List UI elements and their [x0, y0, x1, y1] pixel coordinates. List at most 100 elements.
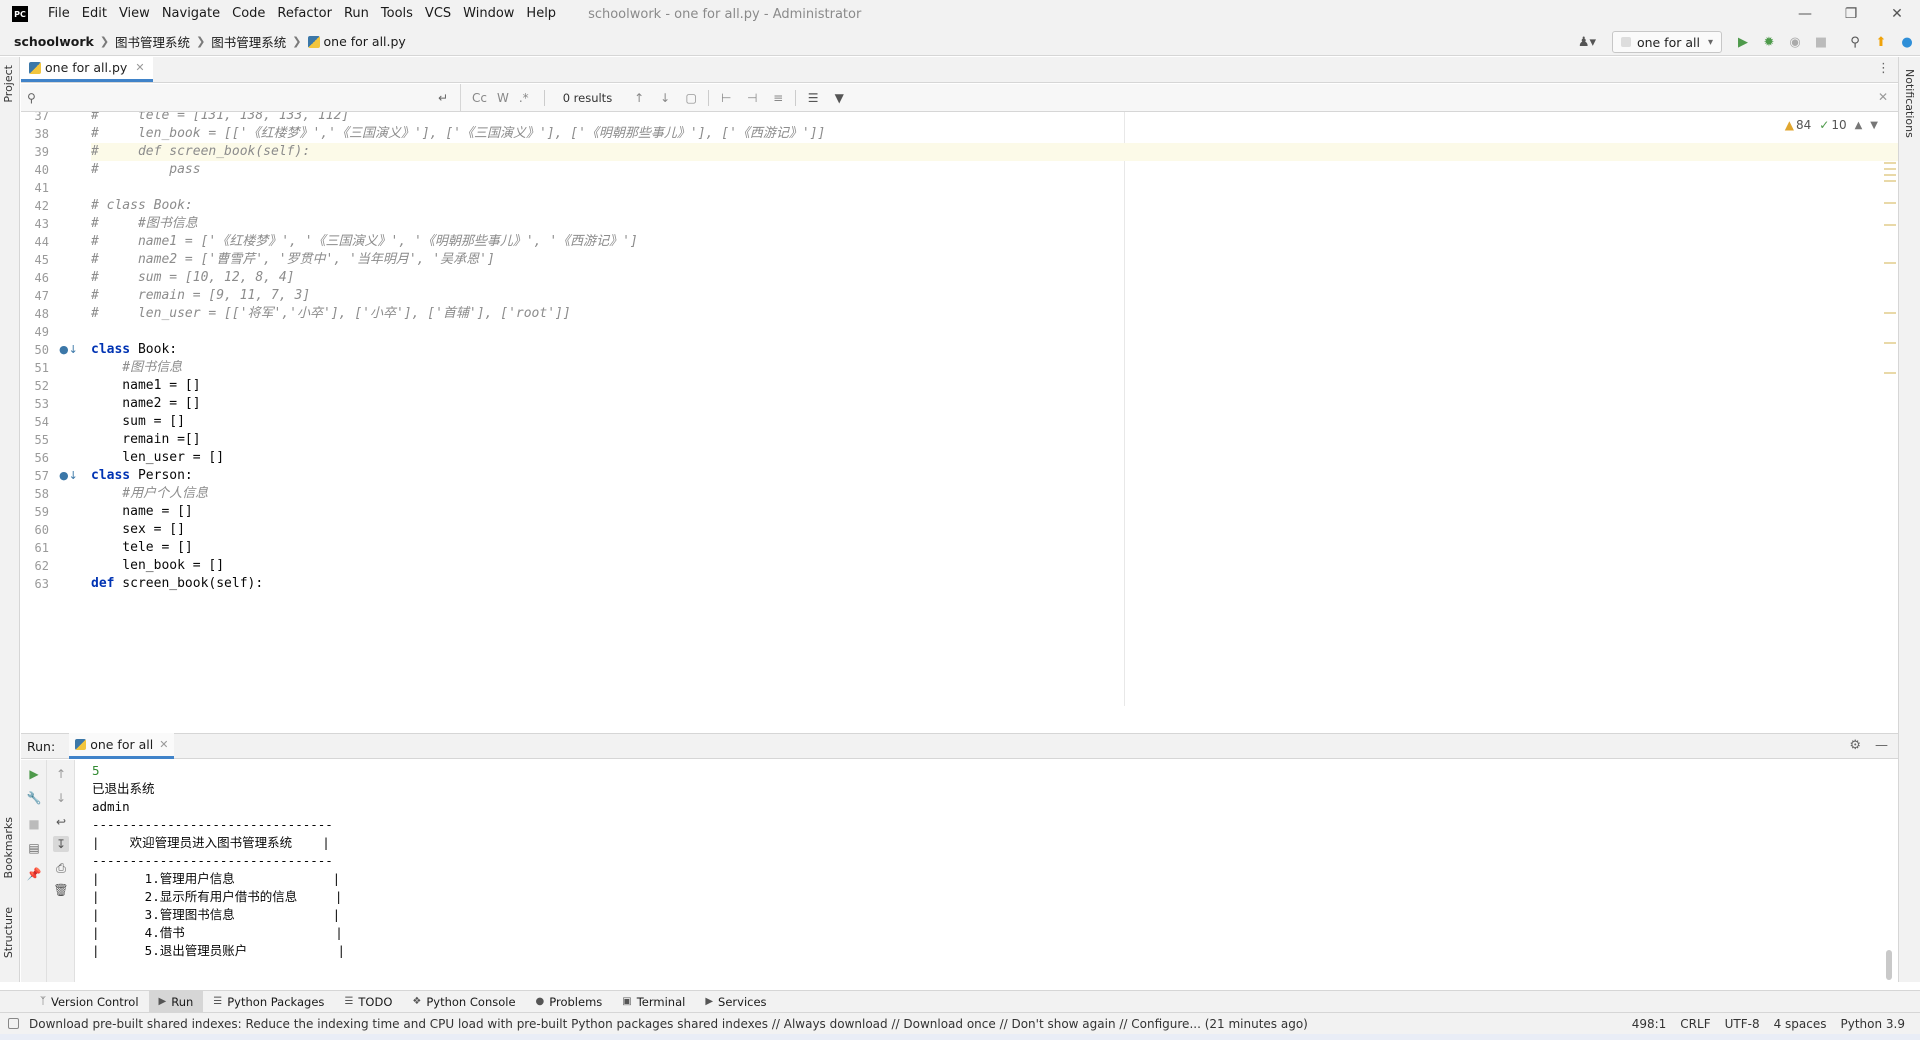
run-console[interactable]: 5 已退出系统 admin -----------------------------… — [76, 760, 1898, 982]
menu-window[interactable]: Window — [457, 0, 520, 28]
layout-icon[interactable]: ▤ — [26, 840, 42, 856]
search-in-selection-icon[interactable]: ☰ — [800, 85, 826, 111]
debug-icon[interactable]: ✹ — [1756, 28, 1782, 56]
next-occurrence-icon[interactable]: ↓ — [652, 85, 678, 111]
menu-vcs[interactable]: VCS — [419, 0, 457, 28]
menu-help[interactable]: Help — [520, 0, 562, 28]
line-number[interactable]: 61 — [21, 539, 49, 557]
indent-setting[interactable]: 4 spaces — [1767, 1017, 1834, 1031]
tool-run[interactable]: ▶ Run — [148, 990, 204, 1013]
code-line[interactable]: sex = [] — [91, 521, 1898, 539]
menu-run[interactable]: Run — [338, 0, 375, 28]
edit-config-icon[interactable]: 🔧 — [26, 790, 42, 806]
line-number[interactable]: 50 — [21, 341, 49, 359]
code-line[interactable]: class Book: — [91, 341, 1898, 359]
stop-icon[interactable]: ■ — [26, 816, 42, 832]
chevron-down-icon[interactable]: ▼ — [1870, 120, 1878, 131]
find-input[interactable] — [41, 90, 422, 105]
add-occurrence-icon[interactable]: ⊢ — [713, 85, 739, 111]
arrow-down-icon[interactable]: ↓ — [53, 790, 69, 806]
line-number[interactable]: 53 — [21, 395, 49, 413]
code-line[interactable]: name = [] — [91, 503, 1898, 521]
scroll-to-end-icon[interactable]: ↧ — [53, 836, 69, 852]
close-tab-icon[interactable]: ✕ — [135, 61, 144, 74]
code-with-me-icon[interactable]: ● — [1894, 28, 1920, 56]
code-line[interactable]: # name2 = ['曹雪芹', '罗贯中', '当年明月', '吴承恩'] — [91, 251, 1898, 269]
whole-words-toggle[interactable]: W — [492, 91, 514, 105]
menu-view[interactable]: View — [113, 0, 156, 28]
menu-code[interactable]: Code — [226, 0, 271, 28]
tool-terminal[interactable]: ▣ Terminal — [612, 991, 695, 1013]
select-all-icon[interactable]: ≡ — [765, 85, 791, 111]
tool-python-packages[interactable]: ☰ Python Packages — [203, 991, 334, 1013]
breadcrumb-folder[interactable]: 图书管理系统 — [113, 32, 192, 51]
line-number[interactable]: 42 — [21, 197, 49, 215]
project-tool-tab[interactable]: Project — [2, 65, 15, 103]
search-icon[interactable]: ⚲ — [27, 91, 36, 105]
line-number[interactable]: 48 — [21, 305, 49, 323]
line-number[interactable]: 47 — [21, 287, 49, 305]
filter-icon[interactable]: ▼ — [826, 85, 852, 111]
code-line[interactable]: name1 = [] — [91, 377, 1898, 395]
gear-icon[interactable]: ⚙ — [1849, 738, 1861, 753]
bookmarks-tool-tab[interactable]: Bookmarks — [2, 817, 15, 878]
line-number[interactable]: 40 — [21, 161, 49, 179]
tool-todo[interactable]: ☰ TODO — [334, 991, 402, 1013]
code-line[interactable]: len_book = [] — [91, 557, 1898, 575]
tool-services[interactable]: ▶ Services — [695, 991, 776, 1013]
menu-edit[interactable]: Edit — [76, 0, 113, 28]
code-line[interactable]: # len_user = [['将军','小卒'], ['小卒'], ['首辅'… — [91, 305, 1898, 323]
more-vertical-icon[interactable]: ⋮ — [1877, 61, 1890, 76]
breadcrumb-project[interactable]: schoolwork — [12, 34, 96, 49]
run-icon[interactable]: ▶ — [1730, 28, 1756, 56]
update-icon[interactable]: ⬆ — [1868, 28, 1894, 56]
run-tab-one-for-all[interactable]: one for all ✕ — [69, 733, 175, 759]
search-everywhere-icon[interactable]: ⚲ — [1842, 28, 1868, 56]
status-toggle-icon[interactable] — [8, 1018, 19, 1029]
code-line[interactable]: #用户个人信息 — [91, 485, 1898, 503]
close-run-tab-icon[interactable]: ✕ — [159, 738, 168, 751]
code-line[interactable]: # tele = [131, 138, 133, 112] — [91, 112, 1898, 125]
code-line[interactable]: def screen_book(self): — [91, 575, 1898, 593]
code-line[interactable]: # remain = [9, 11, 7, 3] — [91, 287, 1898, 305]
code-line[interactable]: # pass — [91, 161, 1898, 179]
code-line[interactable]: name2 = [] — [91, 395, 1898, 413]
user-icon[interactable]: ♟▾ — [1574, 28, 1600, 56]
line-number[interactable]: 46 — [21, 269, 49, 287]
chevron-up-icon[interactable]: ▲ — [1855, 120, 1863, 131]
implemented-icon[interactable]: ●↓ — [59, 341, 78, 363]
code-line[interactable]: # len_book = [['《红楼梦》','《三国演义》'], ['《三国演… — [91, 125, 1898, 143]
code-line[interactable]: # sum = [10, 12, 8, 4] — [91, 269, 1898, 287]
structure-tool-tab[interactable]: Structure — [2, 907, 15, 958]
line-number[interactable]: 38 — [21, 125, 49, 143]
line-number[interactable]: 37 — [21, 112, 49, 125]
code-line[interactable]: remain =[] — [91, 431, 1898, 449]
line-number[interactable]: 45 — [21, 251, 49, 269]
regex-toggle[interactable]: .* — [514, 91, 534, 105]
caret-position[interactable]: 498:1 — [1625, 1017, 1674, 1031]
line-separator[interactable]: CRLF — [1673, 1017, 1717, 1031]
remove-occurrence-icon[interactable]: ⊣ — [739, 85, 765, 111]
line-number[interactable]: 54 — [21, 413, 49, 431]
code-line[interactable]: # #图书信息 — [91, 215, 1898, 233]
breadcrumb-file[interactable]: one for all.py — [306, 34, 408, 49]
match-case-toggle[interactable]: Cc — [467, 91, 492, 105]
console-scrollbar[interactable] — [1886, 950, 1892, 980]
code-line[interactable]: sum = [] — [91, 413, 1898, 431]
trash-icon[interactable]: 🗑 — [53, 882, 69, 898]
code-line[interactable] — [91, 179, 1898, 197]
code-line[interactable]: # name1 = ['《红楼梦》', '《三国演义》', '《明朝那些事儿》'… — [91, 233, 1898, 251]
code-line[interactable]: class Person: — [91, 467, 1898, 485]
menu-file[interactable]: File — [42, 0, 76, 28]
notifications-tool-tab[interactable]: Notifications — [1903, 69, 1916, 138]
newline-icon[interactable]: ↵ — [438, 91, 448, 105]
file-encoding[interactable]: UTF-8 — [1718, 1017, 1767, 1031]
stop-icon[interactable]: ■ — [1808, 28, 1834, 56]
status-message[interactable]: Download pre-built shared indexes: Reduc… — [8, 1017, 1308, 1031]
line-number[interactable]: 57 — [21, 467, 49, 485]
arrow-up-icon[interactable]: ↑ — [53, 766, 69, 782]
menu-tools[interactable]: Tools — [375, 0, 419, 28]
line-number[interactable]: 58 — [21, 485, 49, 503]
close-window-icon[interactable]: ✕ — [1874, 0, 1920, 28]
run-config-select[interactable]: one for all ▾ — [1611, 31, 1722, 53]
